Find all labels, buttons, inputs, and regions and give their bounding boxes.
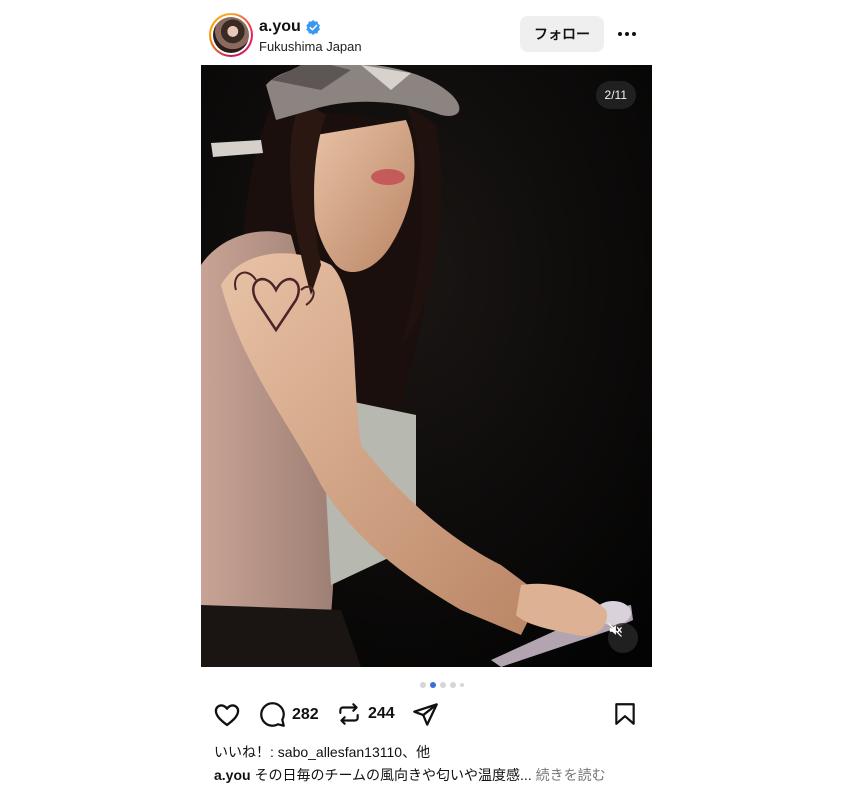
read-more-link[interactable]: 続きを読む: [536, 767, 606, 783]
post-location[interactable]: Fukushima Japan: [259, 39, 362, 54]
instagram-post: a.you Fukushima Japan フォロー 2/11 282 244 …: [201, 0, 652, 800]
avatar-image: [213, 17, 249, 53]
slide-counter: 2/11: [595, 81, 636, 109]
like-action[interactable]: [213, 701, 241, 729]
comment-action[interactable]: 282: [259, 701, 319, 728]
mute-icon[interactable]: [608, 623, 638, 653]
share-icon[interactable]: [412, 701, 439, 728]
follow-button[interactable]: フォロー: [520, 16, 604, 52]
caption-text: その日毎のチームの風向きや匂いや温度感...: [254, 767, 532, 783]
heart-icon[interactable]: [213, 701, 241, 729]
photo-illustration: [201, 65, 652, 667]
carousel-dot: [460, 683, 464, 687]
avatar[interactable]: [209, 13, 253, 57]
comments-count: 282: [292, 705, 319, 723]
reposts-count: 244: [368, 705, 395, 722]
more-options-icon[interactable]: [613, 22, 641, 46]
save-action[interactable]: [612, 701, 638, 727]
carousel-dot: [440, 682, 446, 688]
share-action[interactable]: [412, 701, 439, 728]
comment-icon[interactable]: [259, 701, 286, 728]
bookmark-icon[interactable]: [612, 701, 638, 727]
caption-username[interactable]: a.you: [214, 767, 251, 783]
likes-line[interactable]: いいね！: sabo_allesfan13110、他: [214, 742, 430, 762]
caption: a.you その日毎のチームの風向きや匂いや温度感... 続きを読む: [214, 765, 644, 785]
username[interactable]: a.you: [259, 18, 301, 36]
carousel-dot: [420, 682, 426, 688]
post-header: a.you Fukushima Japan フォロー: [201, 10, 652, 60]
carousel-dot: [450, 682, 456, 688]
carousel-indicator: [201, 680, 652, 690]
verified-badge-icon: [306, 19, 320, 35]
action-bar: 282 244: [201, 698, 652, 732]
repost-icon[interactable]: [336, 701, 362, 727]
post-photo[interactable]: 2/11: [201, 65, 652, 667]
carousel-dot-active: [430, 682, 436, 688]
repost-action[interactable]: 244: [336, 701, 395, 727]
